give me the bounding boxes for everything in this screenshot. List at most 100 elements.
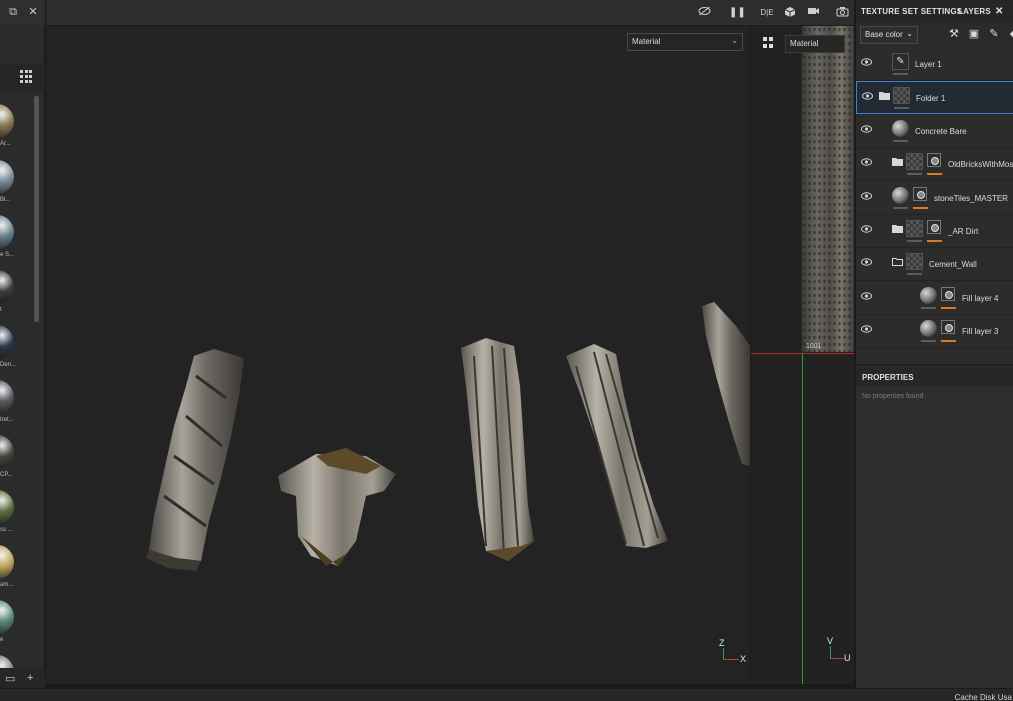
material-thumbnail[interactable] — [0, 270, 14, 304]
eye-icon[interactable] — [861, 158, 873, 166]
mask-thumbnail[interactable] — [913, 186, 927, 201]
layer-row[interactable]: Cement_Wall — [856, 248, 1013, 282]
opacity-bar — [893, 139, 908, 142]
layer-row[interactable]: stoneTiles_MASTER — [856, 181, 1013, 215]
mask-thumbnail[interactable] — [927, 153, 941, 168]
close-icon[interactable]: ✕ — [27, 6, 39, 18]
folder-icon[interactable] — [879, 91, 890, 103]
close-icon[interactable]: ✕ — [995, 6, 1004, 17]
channel-dropdown[interactable]: Base color ⌄ — [860, 26, 918, 44]
eye-icon[interactable] — [861, 325, 873, 333]
tab-layers[interactable]: LAYERS — [958, 7, 991, 16]
material-thumbnail[interactable] — [0, 380, 14, 414]
layer-name: Layer 1 — [915, 60, 942, 69]
layer-row-partial[interactable] — [856, 348, 1013, 362]
layer-name: Concrete Bare — [915, 126, 967, 136]
layer-row[interactable]: Fill layer 3 — [856, 315, 1013, 349]
mask-thumbnail[interactable] — [927, 220, 941, 234]
add-icon[interactable]: + — [27, 672, 33, 684]
eye-icon[interactable] — [861, 58, 873, 66]
layer-row[interactable]: Folder 1 — [856, 81, 1013, 115]
material-thumbnail[interactable] — [0, 215, 14, 249]
eye-icon[interactable] — [862, 92, 874, 101]
effects-icon[interactable]: ⚒ — [947, 27, 961, 41]
layer-name: Fill layer 3 — [962, 327, 999, 337]
eye-icon[interactable] — [861, 125, 873, 133]
mesh-render — [146, 302, 750, 571]
material-label: Den... — [0, 362, 17, 368]
properties-title: PROPERTIES — [862, 373, 914, 382]
add-fill-layer-icon[interactable]: ◆ — [1007, 27, 1013, 41]
material-thumbnail[interactable] — [0, 545, 14, 579]
material-thumbnail[interactable] — [0, 435, 14, 469]
add-paint-layer-icon[interactable]: ✎ — [987, 27, 1001, 41]
mask-bar — [941, 306, 956, 309]
viewport-channel-value: Material — [632, 37, 661, 46]
eye-icon[interactable] — [861, 225, 873, 233]
shelf-scrollbar[interactable] — [34, 96, 39, 322]
shelf-filter-bar — [0, 63, 45, 91]
material-thumbnail[interactable] — [0, 160, 14, 194]
material-label: CP... — [0, 472, 13, 478]
layer-thumbnail — [892, 186, 909, 204]
camera-video-icon[interactable] — [806, 6, 820, 20]
grid-view-icon[interactable] — [20, 70, 34, 84]
mask-thumbnail[interactable] — [941, 286, 955, 301]
leaning-column-mesh — [702, 302, 750, 466]
viewport-channel-dropdown[interactable]: Material ⌄ — [627, 33, 743, 51]
split-view-icon[interactable]: D|E — [759, 6, 775, 20]
shelf-panel: ⧉ ✕ Ar... Bl... e S... t Den... tret... CP... s… — [0, 0, 45, 689]
shelf-footer: ▭ + — [0, 668, 45, 688]
layer-row[interactable]: Concrete Bare — [856, 114, 1013, 148]
layer-thumbnail — [893, 87, 910, 105]
mask-bar — [941, 340, 956, 343]
twisted-column-mesh — [146, 349, 244, 571]
eye-icon[interactable] — [861, 292, 873, 300]
axis-z-line — [723, 648, 724, 659]
undock-icon[interactable]: ⧉ — [7, 6, 19, 18]
cube-icon[interactable] — [783, 6, 797, 20]
folder-icon[interactable] — [892, 157, 903, 169]
layer-row[interactable]: ✎ Layer 1 — [856, 48, 1013, 81]
cache-disk-usage: Cache Disk Usa — [954, 693, 1012, 701]
layer-row[interactable]: Fill layer 4 — [856, 281, 1013, 315]
layer-row[interactable]: OldBricksWithMoss — [856, 148, 1013, 182]
material-thumbnail[interactable] — [0, 104, 14, 138]
app-window: ⧉ ✕ Ar... Bl... e S... t Den... tret... CP... s… — [0, 0, 1013, 701]
material-label: t — [0, 307, 2, 313]
folder-icon[interactable] — [892, 224, 903, 236]
3d-viewport[interactable]: Material ⌄ Z X — [46, 26, 750, 684]
add-mask-icon[interactable]: ▣ — [967, 27, 981, 41]
hide-icon[interactable] — [697, 6, 711, 20]
new-folder-icon[interactable]: ▭ — [5, 672, 15, 685]
eye-icon[interactable] — [861, 191, 873, 200]
layer-row[interactable]: _AR Dirt — [856, 215, 1013, 248]
mask-bar — [927, 240, 942, 242]
screenshot-camera-icon[interactable] — [835, 6, 849, 20]
tab-texture-set-settings[interactable]: TEXTURE SET SETTINGS — [861, 7, 962, 16]
uv-viewport[interactable]: Material 1001 V U — [751, 26, 854, 684]
material-label: ss ... — [0, 527, 13, 533]
settings-grid-icon[interactable] — [763, 37, 775, 49]
layer-name: Fill layer 4 — [962, 293, 999, 303]
layer-thumbnail — [920, 286, 937, 304]
status-bar: Cache Disk Usa — [0, 688, 1013, 701]
uv-channel-dropdown[interactable]: Material — [785, 35, 845, 53]
layer-name: OldBricksWithMoss — [948, 160, 1013, 170]
folder-icon[interactable] — [892, 257, 903, 269]
uv-tile-label: 1001 — [806, 343, 822, 350]
axis-u-label: U — [844, 653, 851, 663]
material-thumbnail[interactable] — [0, 325, 14, 359]
mask-thumbnail[interactable] — [941, 320, 955, 335]
material-thumbnail[interactable] — [0, 490, 14, 524]
uv-channel-value: Material — [790, 39, 819, 48]
material-label: tret... — [0, 417, 14, 423]
pause-icon[interactable]: ❚❚ — [729, 6, 746, 20]
layer-name: stoneTiles_MASTER — [934, 193, 1008, 203]
eye-icon[interactable] — [861, 258, 873, 267]
material-thumbnail[interactable] — [0, 600, 14, 634]
uv-texture-noise — [802, 26, 854, 352]
opacity-bar — [894, 107, 909, 110]
layer-name: Cement_Wall — [929, 260, 977, 270]
material-label: am... — [0, 582, 14, 588]
